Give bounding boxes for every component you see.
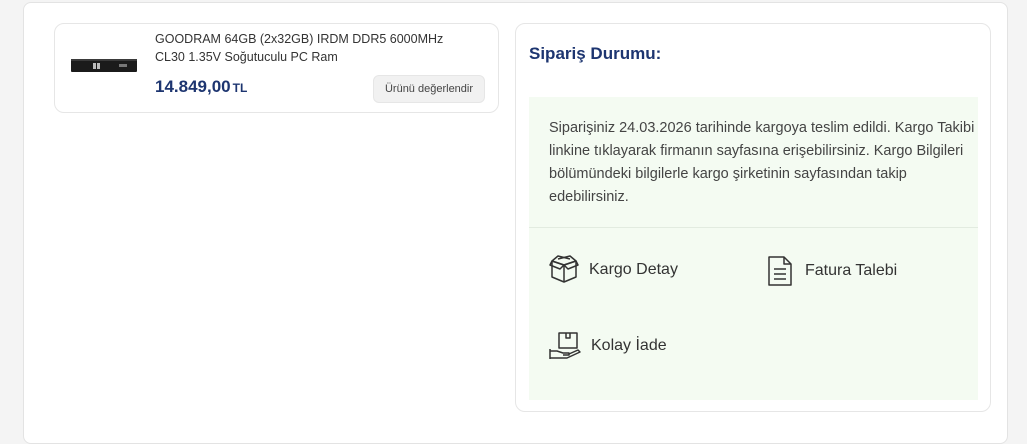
invoice-request-button[interactable]: Fatura Talebi	[765, 255, 897, 287]
product-price: 14.849,00 TL	[155, 77, 247, 97]
order-status-panel: Siparişiniz 24.03.2026 tarihinde kargoya…	[529, 97, 978, 400]
box-icon	[549, 255, 579, 283]
order-status-message: Siparişiniz 24.03.2026 tarihinde kargoya…	[549, 120, 975, 205]
invoice-request-label: Fatura Talebi	[805, 262, 898, 279]
product-name[interactable]: GOODRAM 64GB (2x32GB) IRDM DDR5 6000MHz …	[155, 30, 475, 66]
price-value: 14.849,00	[155, 77, 231, 96]
product-card: GOODRAM 64GB (2x32GB) IRDM DDR5 6000MHz …	[54, 23, 499, 113]
return-box-icon	[549, 332, 581, 359]
cargo-detail-button[interactable]: Kargo Detay	[549, 255, 678, 285]
product-image[interactable]	[71, 56, 137, 74]
price-currency: TL	[232, 81, 248, 95]
order-status-title: Sipariş Durumu:	[529, 44, 662, 63]
document-icon	[768, 256, 792, 286]
order-status-card: Sipariş Durumu: Siparişiniz 24.03.2026 t…	[515, 23, 991, 412]
easy-return-button[interactable]: Kolay İade	[549, 331, 667, 361]
cargo-detail-label: Kargo Detay	[589, 261, 678, 278]
review-product-button[interactable]: Ürünü değerlendir	[373, 75, 485, 103]
divider	[529, 227, 978, 228]
easy-return-label: Kolay İade	[591, 337, 667, 354]
